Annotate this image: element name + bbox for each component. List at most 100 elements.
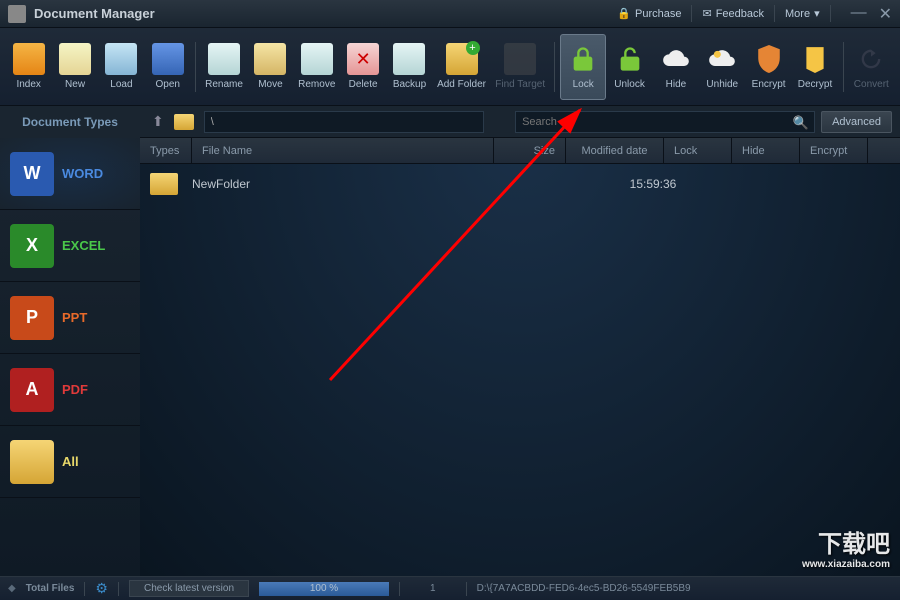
folder-icon	[10, 440, 54, 484]
rename-icon	[208, 43, 240, 75]
column-lock[interactable]: Lock	[664, 138, 732, 163]
doc-type-label: EXCEL	[62, 238, 105, 253]
column-types[interactable]: Types	[140, 138, 192, 163]
column-header-row: Types File Name Size Modified date Lock …	[140, 138, 900, 164]
settings-button[interactable]: ⚙	[95, 580, 108, 597]
index-icon	[13, 43, 45, 75]
add-folder-icon: +	[446, 43, 478, 75]
column-size[interactable]: Size	[494, 138, 566, 163]
delete-button[interactable]: ✕Delete	[340, 34, 385, 100]
mail-icon: ✉	[702, 7, 711, 20]
doc-type-pdf[interactable]: A PDF	[0, 354, 140, 426]
doc-type-label: PDF	[62, 382, 88, 397]
column-filename[interactable]: File Name	[192, 138, 494, 163]
doc-type-ppt[interactable]: P PPT	[0, 282, 140, 354]
search-input[interactable]	[515, 111, 815, 133]
close-button[interactable]: ✕	[879, 4, 892, 24]
add-folder-button[interactable]: +Add Folder	[433, 34, 490, 100]
sidebar: Document Types W WORD X EXCEL P PPT A PD…	[0, 106, 140, 576]
file-list: Types File Name Size Modified date Lock …	[140, 138, 900, 576]
lock-open-icon	[614, 43, 646, 75]
lock-button[interactable]: Lock	[560, 34, 605, 100]
status-path: D:\{7A7ACBDD-FED6-4ec5-BD26-5549FEB5B9	[477, 583, 892, 594]
word-icon: W	[10, 152, 54, 196]
excel-icon: X	[10, 224, 54, 268]
app-title: Document Manager	[34, 6, 155, 21]
advanced-search-button[interactable]: Advanced	[821, 111, 892, 133]
open-button[interactable]: Open	[145, 34, 190, 100]
load-button[interactable]: Load	[99, 34, 144, 100]
convert-icon	[855, 43, 887, 75]
up-folder-button[interactable]: ⬆	[148, 113, 168, 130]
hide-button[interactable]: Hide	[653, 34, 698, 100]
check-version-button[interactable]: Check latest version	[129, 580, 249, 597]
cloud-unhide-icon	[706, 43, 738, 75]
folder-icon	[150, 173, 178, 195]
encrypt-button[interactable]: Encrypt	[746, 34, 791, 100]
doc-type-label: WORD	[62, 166, 103, 181]
progress-bar: 100 %	[259, 582, 389, 596]
feedback-link[interactable]: ✉ Feedback	[692, 5, 775, 22]
lock-icon: 🔒	[617, 7, 631, 20]
doc-type-label: PPT	[62, 310, 87, 325]
title-bar: Document Manager 🔒 Purchase ✉ Feedback M…	[0, 0, 900, 28]
purchase-label: Purchase	[635, 8, 681, 20]
find-target-button: Find Target	[491, 34, 550, 100]
folder-icon	[174, 114, 194, 130]
new-button[interactable]: New	[52, 34, 97, 100]
doc-type-all[interactable]: All	[0, 426, 140, 498]
load-icon	[105, 43, 137, 75]
sidebar-title: Document Types	[0, 106, 140, 138]
backup-icon	[393, 43, 425, 75]
open-icon	[152, 43, 184, 75]
doc-type-excel[interactable]: X EXCEL	[0, 210, 140, 282]
doc-type-word[interactable]: W WORD	[0, 138, 140, 210]
file-name-cell: NewFolder	[192, 177, 532, 191]
file-date-cell: 15:59:36	[604, 177, 702, 191]
search-icon[interactable]: 🔍	[793, 115, 809, 131]
unhide-button[interactable]: Unhide	[700, 34, 745, 100]
column-hide[interactable]: Hide	[732, 138, 800, 163]
ppt-icon: P	[10, 296, 54, 340]
chevron-down-icon: ▾	[814, 7, 820, 20]
path-bar: ⬆ 🔍 Advanced	[140, 106, 900, 138]
backup-button[interactable]: Backup	[387, 34, 432, 100]
more-label: More	[785, 8, 810, 20]
remove-button[interactable]: Remove	[294, 34, 339, 100]
remove-icon	[301, 43, 333, 75]
rename-button[interactable]: Rename	[201, 34, 246, 100]
file-count: 1	[410, 583, 456, 594]
toolbar-separator	[843, 42, 844, 92]
convert-button: Convert	[849, 34, 894, 100]
shield-encrypt-icon	[753, 43, 785, 75]
pdf-icon: A	[10, 368, 54, 412]
delete-icon: ✕	[347, 43, 379, 75]
more-link[interactable]: More ▾	[775, 5, 831, 22]
decrypt-button[interactable]: Decrypt	[792, 34, 837, 100]
column-encrypt[interactable]: Encrypt	[800, 138, 868, 163]
total-files-label: Total Files	[26, 583, 75, 594]
find-target-icon	[504, 43, 536, 75]
path-input[interactable]	[204, 111, 484, 133]
new-icon	[59, 43, 91, 75]
purchase-link[interactable]: 🔒 Purchase	[607, 5, 692, 22]
shield-decrypt-icon	[799, 43, 831, 75]
move-icon	[254, 43, 286, 75]
file-row[interactable]: NewFolder 15:59:36	[140, 164, 900, 204]
index-button[interactable]: Index	[6, 34, 51, 100]
minimize-button[interactable]: —	[851, 4, 867, 24]
watermark: 下载吧 www.xiazaiba.com	[802, 524, 890, 570]
move-button[interactable]: Move	[248, 34, 293, 100]
doc-type-label: All	[62, 454, 79, 469]
column-modified-date[interactable]: Modified date	[566, 138, 664, 163]
files-icon: ◆	[8, 583, 16, 594]
feedback-label: Feedback	[716, 8, 764, 20]
lock-closed-icon	[567, 43, 599, 75]
toolbar-separator	[195, 42, 196, 92]
toolbar-separator	[554, 42, 555, 92]
app-icon	[8, 5, 26, 23]
main-toolbar: Index New Load Open Rename Move Remove ✕…	[0, 28, 900, 106]
status-bar: ◆ Total Files ⚙ Check latest version 100…	[0, 576, 900, 600]
unlock-button[interactable]: Unlock	[607, 34, 652, 100]
cloud-hide-icon	[660, 43, 692, 75]
